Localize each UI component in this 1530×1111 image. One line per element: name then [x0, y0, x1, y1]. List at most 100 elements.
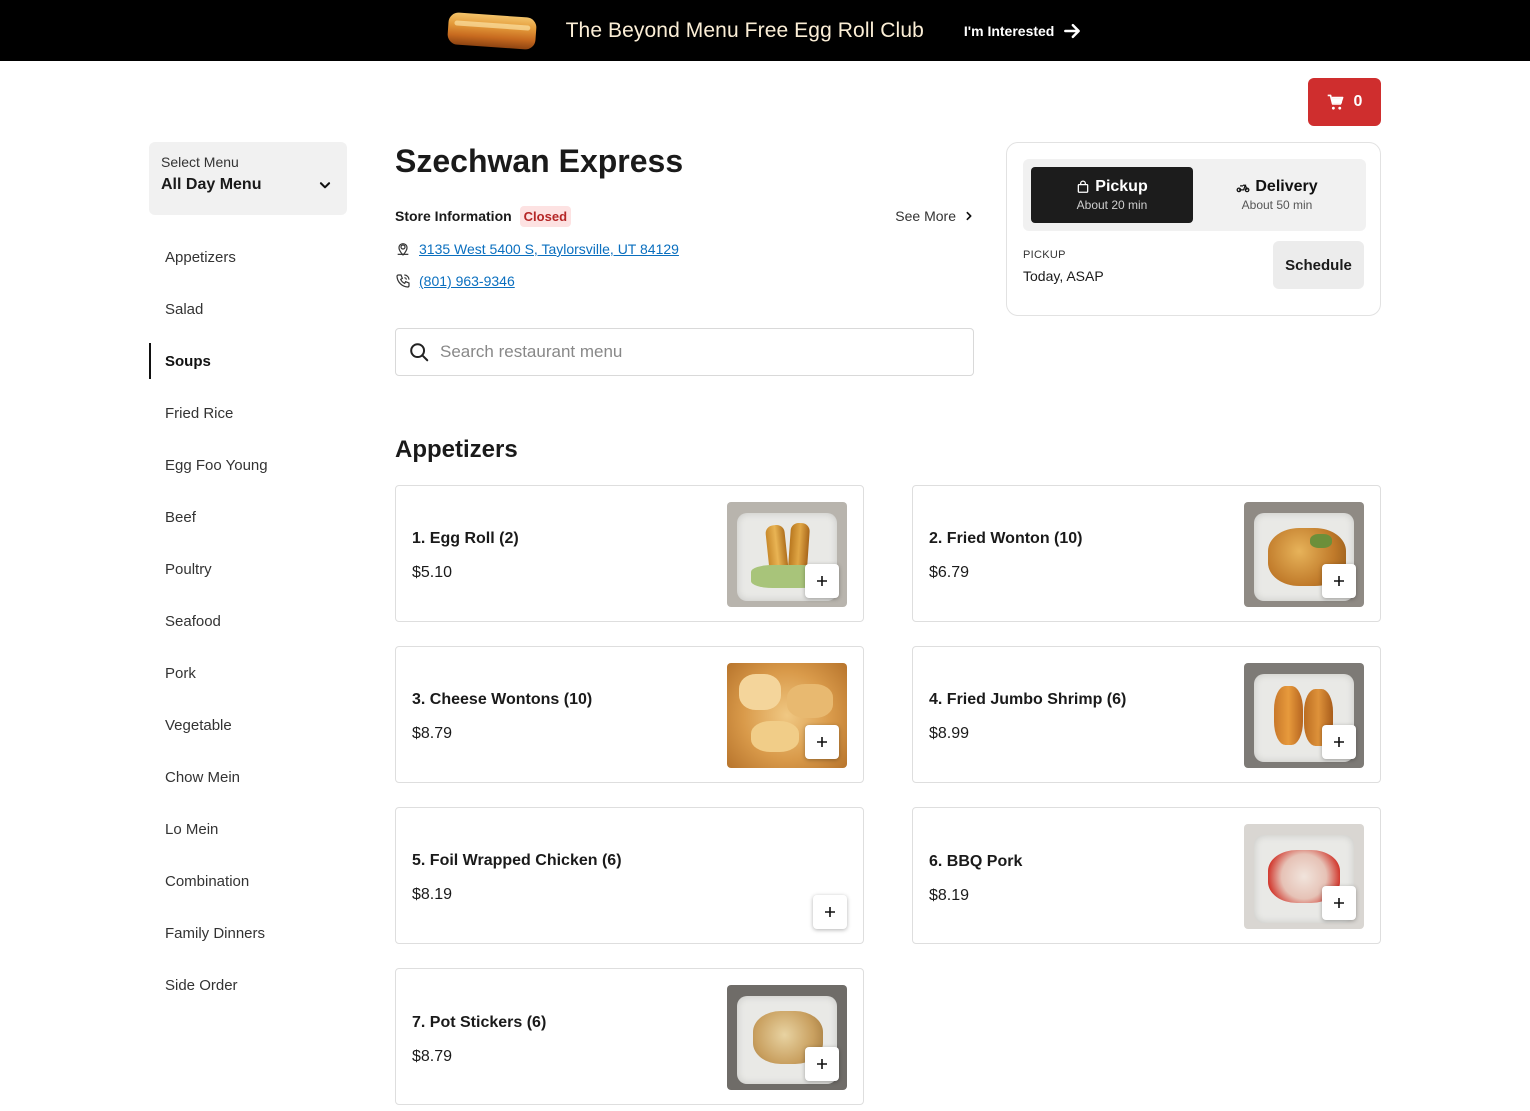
item-price: $5.10: [412, 564, 453, 581]
cheese-wonton: [787, 684, 833, 718]
cheese-wonton: [751, 720, 799, 753]
category-item[interactable]: Chow Mein: [149, 751, 347, 803]
store-name: Szechwan Express: [395, 143, 684, 179]
item-price: $8.19: [929, 887, 970, 904]
add-item-button[interactable]: [805, 725, 839, 759]
category-label: Fried Rice: [165, 404, 234, 422]
category-item[interactable]: Side Order: [149, 959, 347, 1011]
menu-item-card[interactable]: 2. Fried Wonton (10) $6.79: [912, 485, 1381, 622]
category-item[interactable]: Pork: [149, 647, 347, 699]
item-name: 6. BBQ Pork: [929, 853, 1023, 870]
plus-icon: [1334, 737, 1344, 747]
category-item[interactable]: Appetizers: [149, 231, 347, 283]
order-time: Today, ASAP: [1023, 268, 1104, 284]
add-item-button[interactable]: [813, 895, 847, 929]
category-item[interactable]: Beef: [149, 491, 347, 543]
plus-icon: [817, 1059, 827, 1069]
menu-select-dropdown[interactable]: Select Menu All Day Menu: [149, 142, 347, 215]
address-line: 3135 West 5400 S, Taylorsville, UT 84129: [395, 241, 679, 257]
promo-title: The Beyond Menu Free Egg Roll Club: [565, 18, 924, 42]
category-item-active[interactable]: Soups: [149, 335, 347, 387]
phone-line: (801) 963-9346: [395, 273, 515, 289]
pickup-mode-button[interactable]: Pickup About 20 min: [1031, 167, 1193, 223]
category-item[interactable]: Poultry: [149, 543, 347, 595]
category-label: Chow Mein: [165, 768, 241, 786]
menu-item-card[interactable]: 4. Fried Jumbo Shrimp (6) $8.99: [912, 646, 1381, 783]
plus-icon: [817, 737, 827, 747]
category-item[interactable]: Fried Rice: [149, 387, 347, 439]
add-item-button[interactable]: [805, 564, 839, 598]
category-label: Appetizers: [165, 248, 236, 266]
menu-item-card[interactable]: 7. Pot Stickers (6) $8.79: [395, 968, 864, 1105]
menu-select-label: Select Menu: [161, 154, 239, 170]
delivery-eta: About 50 min: [1241, 198, 1313, 212]
phone-icon: [396, 274, 410, 288]
category-item[interactable]: Family Dinners: [149, 907, 347, 959]
item-price: $8.79: [412, 1048, 453, 1065]
add-item-button[interactable]: [1322, 886, 1356, 920]
location-pin-icon: [397, 243, 409, 256]
menu-item-card[interactable]: 6. BBQ Pork $8.19: [912, 807, 1381, 944]
add-item-button[interactable]: [1322, 725, 1356, 759]
category-label: Side Order: [165, 976, 238, 994]
arrow-right-icon: [1064, 23, 1081, 38]
phone-link[interactable]: (801) 963-9346: [419, 273, 515, 289]
category-item[interactable]: Salad: [149, 283, 347, 335]
menu-item-card[interactable]: 5. Foil Wrapped Chicken (6) $8.19: [395, 807, 864, 944]
item-name: 3. Cheese Wontons (10): [412, 691, 593, 708]
category-label: Salad: [165, 300, 204, 318]
delivery-title: Delivery: [1236, 178, 1318, 196]
menu-select-value-row: All Day Menu: [161, 176, 335, 194]
category-label: Seafood: [165, 612, 221, 630]
category-label: Pork: [165, 664, 196, 682]
item-price: $6.79: [929, 564, 970, 581]
category-label: Soups: [165, 352, 211, 370]
item-price: $8.19: [412, 886, 453, 903]
store-info-label: Store Information: [395, 208, 512, 224]
category-item[interactable]: Combination: [149, 855, 347, 907]
item-name: 2. Fried Wonton (10): [929, 530, 1083, 547]
pickup-label: Pickup: [1095, 178, 1148, 195]
item-price: $8.99: [929, 725, 970, 742]
bag-icon: [1077, 180, 1089, 193]
category-item[interactable]: Lo Mein: [149, 803, 347, 855]
see-more-link[interactable]: See More: [895, 208, 974, 224]
category-label: Combination: [165, 872, 250, 890]
cart-icon: [1327, 94, 1343, 110]
order-mode-toggle: Pickup About 20 min Delivery About 50 mi…: [1023, 159, 1366, 231]
menu-search: [395, 328, 974, 376]
item-name: 1. Egg Roll (2): [412, 530, 519, 547]
store-info-row: Store Information Closed See More: [395, 204, 974, 228]
plus-icon: [1334, 576, 1344, 586]
section-title: Appetizers: [395, 436, 518, 463]
category-label: Vegetable: [165, 716, 232, 734]
add-item-button[interactable]: [1322, 564, 1356, 598]
promo-content: The Beyond Menu Free Egg Roll Club I'm I…: [446, 11, 1083, 50]
category-label: Poultry: [165, 560, 212, 578]
menu-item-card[interactable]: 3. Cheese Wontons (10) $8.79: [395, 646, 864, 783]
category-label: Family Dinners: [165, 924, 266, 942]
delivery-label: Delivery: [1255, 178, 1318, 195]
menu-select-value: All Day Menu: [161, 176, 262, 193]
add-item-button[interactable]: [805, 1047, 839, 1081]
scooter-icon: [1236, 184, 1250, 193]
category-label: Lo Mein: [165, 820, 219, 838]
category-item[interactable]: Egg Foo Young: [149, 439, 347, 491]
cart-button[interactable]: 0: [1308, 78, 1381, 126]
see-more-label: See More: [895, 208, 956, 224]
plus-icon: [1334, 898, 1344, 908]
fried-shrimp: [1274, 686, 1303, 745]
menu-item-card[interactable]: 1. Egg Roll (2) $5.10: [395, 485, 864, 622]
order-panel: Pickup About 20 min Delivery About 50 mi…: [1006, 142, 1381, 316]
egg-roll-image: [446, 11, 537, 50]
category-item[interactable]: Vegetable: [149, 699, 347, 751]
address-link[interactable]: 3135 West 5400 S, Taylorsville, UT 84129: [419, 241, 679, 257]
item-name: 7. Pot Stickers (6): [412, 1014, 547, 1031]
search-input[interactable]: [440, 342, 940, 362]
promo-interest-button[interactable]: I'm Interested: [964, 21, 1082, 41]
chevron-down-icon: [319, 182, 331, 189]
category-item[interactable]: Seafood: [149, 595, 347, 647]
plus-icon: [817, 576, 827, 586]
schedule-button[interactable]: Schedule: [1273, 241, 1364, 289]
delivery-mode-button[interactable]: Delivery About 50 min: [1196, 167, 1358, 223]
